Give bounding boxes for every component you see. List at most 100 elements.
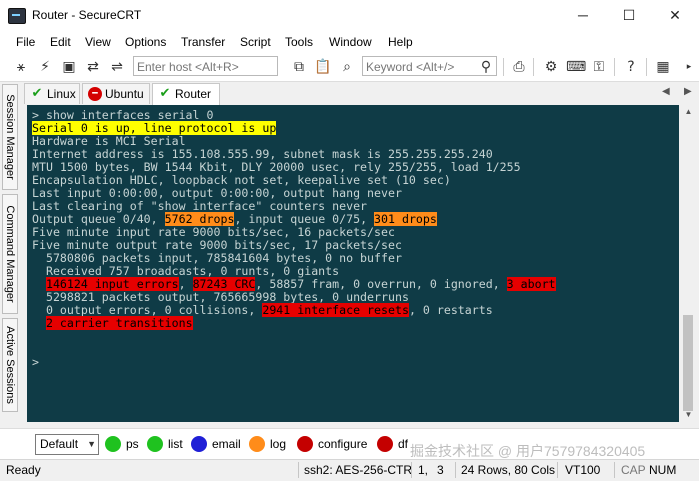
tab-ubuntu[interactable]: ━ Ubuntu <box>82 83 150 104</box>
status-bar: Ready ssh2: AES-256-CTR 1, 3 24 Rows, 80… <box>0 459 699 481</box>
button-log[interactable]: log <box>249 435 286 453</box>
terminal-scrollbar[interactable]: ▲ ▼ <box>680 105 697 422</box>
status-divider <box>298 462 299 478</box>
highlighted-text: 5762 drops <box>164 212 235 226</box>
reconnect-icon[interactable]: ⇄ <box>84 58 102 76</box>
tab-scroll-right-icon[interactable]: ▶ <box>684 86 692 97</box>
command-manager-tab[interactable]: Command Manager <box>2 194 18 314</box>
terminal-text: Internet address is 155.108.555.99, subn… <box>32 147 493 161</box>
status-cipher: ssh2: AES-256-CTR <box>304 463 413 477</box>
title-bar: Router - SecureCRT ─ ☐ ✕ <box>0 0 699 31</box>
close-button[interactable]: ✕ <box>652 2 698 29</box>
terminal-text: Five minute input rate 9000 bits/sec, 16… <box>32 225 395 239</box>
button-df[interactable]: df <box>377 435 408 453</box>
terminal-text: , 0 restarts <box>408 303 493 317</box>
tab-scroll-left-icon[interactable]: ◀ <box>662 86 670 97</box>
menu-view[interactable]: View <box>85 35 111 49</box>
scroll-up-icon[interactable]: ▲ <box>680 105 697 119</box>
button-bar-select[interactable]: Default ▼ <box>35 434 99 455</box>
watermark-text: 掘金技术社区 @ 用户7579784320405 <box>410 443 646 459</box>
active-sessions-tab[interactable]: Active Sessions <box>2 318 18 412</box>
window-title: Router - SecureCRT <box>32 8 142 22</box>
help-icon[interactable]: ? <box>622 58 640 76</box>
tab-label: Linux <box>47 87 76 101</box>
check-icon: ✔ <box>31 86 43 101</box>
menu-file[interactable]: File <box>16 35 35 49</box>
button-configure[interactable]: configure <box>297 435 367 453</box>
keymap-icon[interactable]: ⌨ <box>566 58 586 76</box>
menu-transfer[interactable]: Transfer <box>181 35 225 49</box>
button-list[interactable]: list <box>147 435 183 453</box>
button-ps[interactable]: ps <box>105 435 139 453</box>
quick-connect-icon[interactable]: ⚡ <box>36 58 54 76</box>
key-agent-icon[interactable]: ⚿ <box>590 58 608 76</box>
menu-edit[interactable]: Edit <box>50 35 71 49</box>
toolbar-overflow-icon[interactable]: ▸ <box>680 58 698 76</box>
highlighted-text: 3 abort <box>506 277 556 291</box>
button-email[interactable]: email <box>191 435 241 453</box>
terminal-text: Last input 0:00:00, output 0:00:00, outp… <box>32 186 402 200</box>
terminal-text: 5780806 packets input, 785841604 bytes, … <box>32 251 402 265</box>
toolbar: ⚹ ⚡ ▣ ⇄ ⇌ Enter host <Alt+R> ⧉ 📋 ⌕ Keywo… <box>0 53 699 82</box>
print-icon[interactable]: ⎙ <box>510 58 528 76</box>
tab-router[interactable]: ✔ Router <box>152 83 220 105</box>
menu-window[interactable]: Window <box>329 35 372 49</box>
circle-icon <box>297 436 313 452</box>
status-divider <box>411 462 412 478</box>
menu-script[interactable]: Script <box>240 35 271 49</box>
terminal-text: , 58857 fram, 0 overrun, 0 ignored, <box>255 277 507 291</box>
minimize-button[interactable]: ─ <box>560 2 606 29</box>
scroll-thumb[interactable] <box>683 315 693 411</box>
terminal-text: Encapsulation HDLC, loopback not set, ke… <box>32 173 451 187</box>
terminal-text: Five minute output rate 9000 bits/sec, 1… <box>32 238 402 252</box>
highlighted-text: 301 drops <box>374 212 437 226</box>
copy-icon[interactable]: ⧉ <box>290 58 308 76</box>
circle-icon <box>377 436 393 452</box>
session-tab-bar: ✔ Linux ━ Ubuntu ✔ Router ◀ ▶ <box>24 83 699 105</box>
paste-icon[interactable]: 📋 <box>314 58 332 76</box>
sftp-icon[interactable]: ▦ <box>654 58 672 76</box>
toolbar-divider <box>503 58 504 76</box>
tab-linux[interactable]: ✔ Linux <box>24 83 80 104</box>
status-caps: CAP <box>621 463 646 477</box>
terminal-text: Output queue 0/40, <box>32 212 165 226</box>
session-manager-tab[interactable]: Session Manager <box>2 84 18 190</box>
status-numlock: NUM <box>649 463 677 477</box>
check-icon: ✔ <box>159 86 171 101</box>
toolbar-divider <box>646 58 647 76</box>
terminal-text: > <box>32 355 39 369</box>
status-row: 1, <box>418 463 429 477</box>
search-icon[interactable]: ⚲ <box>477 58 495 76</box>
menu-options[interactable]: Options <box>125 35 166 49</box>
settings-icon[interactable]: ⚙ <box>542 58 560 76</box>
terminal-text: 0 output errors, 0 collisions, <box>32 303 263 317</box>
maximize-button[interactable]: ☐ <box>606 2 652 29</box>
find-icon[interactable]: ⌕ <box>338 58 356 76</box>
circle-icon <box>249 436 265 452</box>
terminal-text: Last clearing of "show interface" counte… <box>32 199 368 213</box>
status-divider <box>557 462 558 478</box>
securecrt-app-icon <box>8 8 26 24</box>
stop-icon: ━ <box>88 87 102 101</box>
disconnect-icon[interactable]: ⇌ <box>108 58 126 76</box>
menu-tools[interactable]: Tools <box>285 35 313 49</box>
scroll-down-icon[interactable]: ▼ <box>680 408 697 422</box>
menu-help[interactable]: Help <box>388 35 413 49</box>
terminal-text: , input queue 0/75, <box>234 212 375 226</box>
toolbar-divider <box>533 58 534 76</box>
terminal-text: , <box>178 277 193 291</box>
tab-label: Router <box>175 87 212 101</box>
terminal-screen[interactable]: > show interfaces serial 0 Serial 0 is up… <box>27 105 679 422</box>
status-divider <box>455 462 456 478</box>
chevron-down-icon: ▼ <box>87 439 96 449</box>
connect-in-tab-icon[interactable]: ▣ <box>60 58 78 76</box>
connect-icon[interactable]: ⚹ <box>12 58 30 76</box>
menu-bar: File Edit View Options Transfer Script T… <box>0 31 699 53</box>
status-ready: Ready <box>6 463 41 477</box>
toolbar-divider <box>614 58 615 76</box>
host-input[interactable]: Enter host <Alt+R> <box>133 56 278 76</box>
terminal-line: 2 carrier transitions <box>32 316 193 330</box>
highlighted-text: 87243 CRC <box>192 277 256 291</box>
